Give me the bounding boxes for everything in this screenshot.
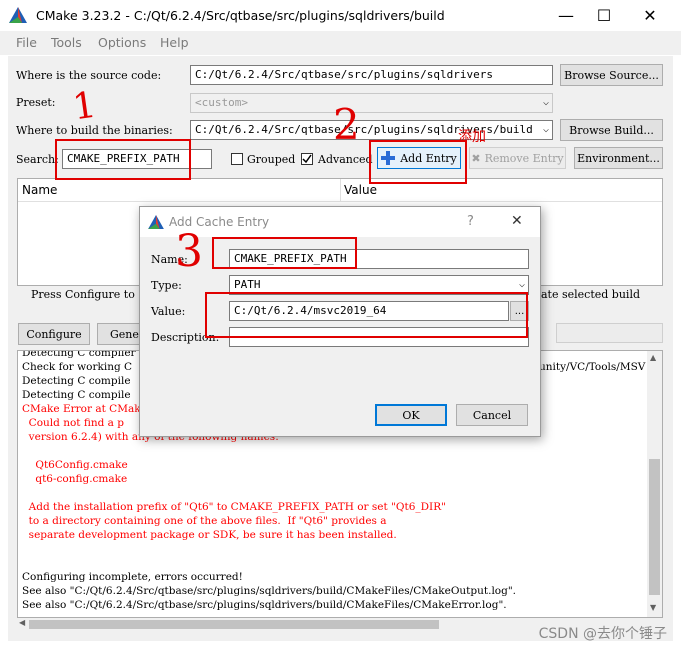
log-line-fragment: unity/VC/Tools/MSV [539,361,646,373]
cmake-logo-icon [9,7,27,23]
cmake-logo-icon [148,215,164,229]
environment-button[interactable]: Environment... [574,147,663,169]
annotation-step-2: 2 [333,100,360,149]
grouped-label: Grouped [247,153,296,166]
log-line: separate development package or SDK, be … [22,529,397,541]
configure-button[interactable]: Configure [18,323,90,345]
log-line: Qt6Config.cmake [22,459,128,471]
advanced-label: Advanced [318,153,373,166]
preset-combobox: <custom> ⌵ [190,93,553,113]
configure-hint-text: Press Configure to [31,288,135,301]
type-label: Type: [151,279,182,292]
build-label: Where to build the binaries: [16,124,173,137]
maximize-button[interactable]: ☐ [581,0,627,31]
log-line: Could not find a p [22,417,124,429]
value-label: Value: [151,305,186,318]
dialog-close-button[interactable]: ✕ [511,213,523,229]
chevron-down-icon: ⌵ [542,97,549,108]
remove-entry-label: Remove Entry [484,151,564,165]
scrollbar-thumb[interactable] [649,459,660,595]
window-title: CMake 3.23.2 - C:/Qt/6.2.4/Src/qtbase/sr… [36,8,445,23]
horizontal-scrollbar-thumb[interactable] [29,620,439,629]
browse-source-button[interactable]: Browse Source... [560,64,663,86]
log-line: CMake Error at CMake [22,403,147,415]
dialog-help-button[interactable]: ? [467,214,474,229]
progress-bar [556,323,663,343]
scroll-left-arrow-icon[interactable]: ◀ [19,618,25,627]
column-header-value[interactable]: Value [344,183,377,197]
log-line: See also "C:/Qt/6.2.4/Src/qtbase/src/plu… [22,585,517,597]
grouped-checkbox[interactable] [231,153,243,165]
remove-icon: ✖ [471,151,481,165]
browse-build-button[interactable]: Browse Build... [560,119,663,141]
annotation-add-note: 添加 [458,129,486,145]
preset-label: Preset: [16,96,56,109]
chevron-down-icon: ⌵ [542,124,549,135]
watermark: CSDN @去你个锤子 [538,626,667,642]
preset-value: <custom> [195,96,248,109]
ok-button[interactable]: OK [375,404,447,426]
log-line: qt6-config.cmake [22,473,128,485]
log-line: Detecting C compile [22,389,131,401]
scroll-up-arrow-icon[interactable]: ▲ [650,353,656,362]
annotation-box-search [55,139,191,180]
column-divider [340,179,341,201]
log-line: Detecting C compile [22,375,131,387]
scroll-down-arrow-icon[interactable]: ▼ [650,603,656,612]
log-line: Add the installation prefix of "Qt6" to … [22,501,446,513]
log-line: to a directory containing one of the abo… [22,515,387,527]
annotation-box-value [205,292,528,338]
log-line: Detecting C compiler [22,350,136,359]
cancel-button[interactable]: Cancel [456,404,528,426]
remove-entry-button: ✖ Remove Entry [469,147,566,169]
annotation-box-add-entry [369,140,467,184]
source-path-field[interactable]: C:/Qt/6.2.4/Src/qtbase/src/plugins/sqldr… [190,65,553,85]
close-button[interactable]: ✕ [627,0,673,31]
annotation-box-name [212,237,357,269]
search-label: Search: [16,153,59,166]
checkmark-icon [302,154,312,164]
build-path-combobox[interactable]: C:/Qt/6.2.4/Src/qtbase/src/plugins/sqldr… [190,120,553,140]
annotation-step-3: 3 [175,226,203,277]
log-scrollbar[interactable]: ▲ ▼ [647,351,662,617]
column-header-name[interactable]: Name [22,183,57,197]
menu-help[interactable]: Help [160,35,189,50]
advanced-checkbox[interactable] [301,153,313,165]
log-line: See also "C:/Qt/6.2.4/Src/qtbase/src/plu… [22,599,507,611]
menu-file[interactable]: File [16,35,37,50]
menu-options[interactable]: Options [98,35,146,50]
log-line: Check for working C [22,361,133,373]
log-line: Configuring incomplete, errors occurred! [22,571,243,583]
configure-hint-text-end: ate selected build [541,288,640,301]
menu-tools[interactable]: Tools [51,35,82,50]
type-value: PATH [234,278,261,291]
source-label: Where is the source code: [16,69,162,82]
chevron-down-icon: ⌵ [518,279,525,290]
